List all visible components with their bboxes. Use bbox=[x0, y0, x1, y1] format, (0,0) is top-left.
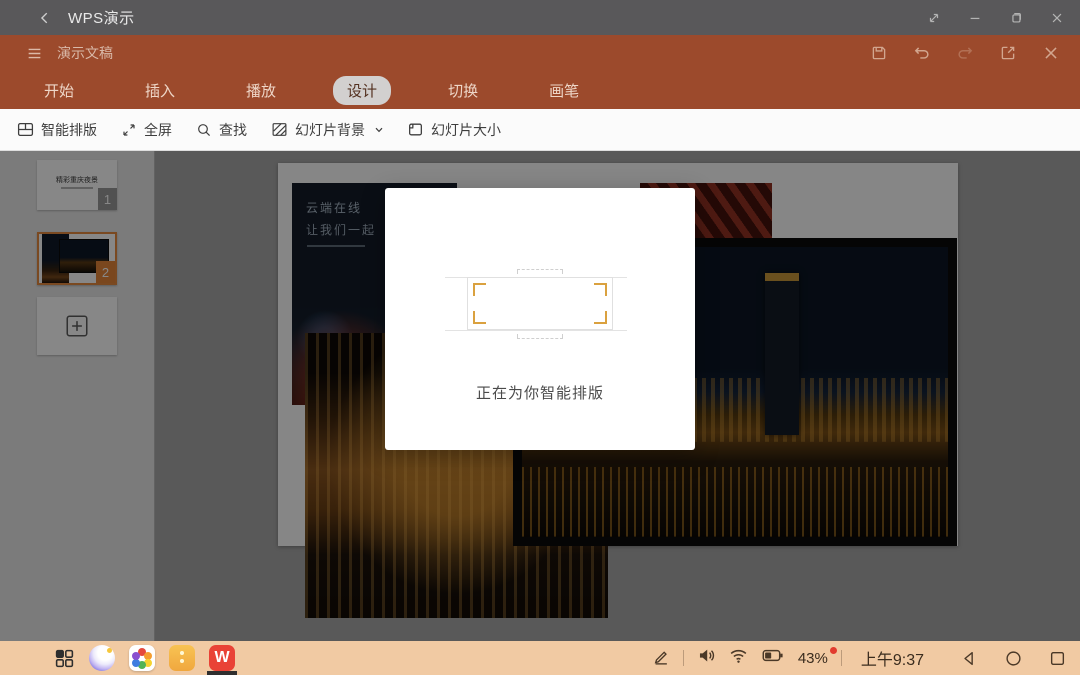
fullscreen-icon bbox=[121, 122, 137, 138]
tool-ribbon: 智能排版 全屏 查找 幻灯片背景 幻灯片大小 bbox=[0, 109, 1080, 151]
close-document-icon[interactable] bbox=[1042, 44, 1060, 62]
minimize-icon[interactable] bbox=[968, 11, 982, 25]
tool-label: 全屏 bbox=[144, 120, 172, 140]
nav-back-icon[interactable] bbox=[961, 650, 978, 667]
tool-label: 幻灯片背景 bbox=[295, 120, 365, 140]
tab-insert[interactable]: 插入 bbox=[131, 76, 189, 105]
save-icon[interactable] bbox=[870, 44, 888, 62]
tool-label: 幻灯片大小 bbox=[431, 120, 501, 140]
wifi-icon[interactable] bbox=[729, 646, 748, 670]
tool-label: 查找 bbox=[219, 120, 247, 140]
ribbon-tabbar: 开始 插入 播放 设计 切换 画笔 bbox=[0, 71, 1080, 109]
search-icon bbox=[196, 122, 212, 138]
layout-animation bbox=[385, 264, 695, 344]
redo-icon bbox=[956, 44, 974, 62]
appgallery-app-icon[interactable] bbox=[129, 645, 155, 671]
notes-app-icon[interactable] bbox=[169, 645, 195, 671]
corner-bracket-icon bbox=[594, 283, 607, 296]
find-button[interactable]: 查找 bbox=[196, 120, 247, 140]
layout-frame bbox=[467, 277, 613, 330]
battery-icon[interactable] bbox=[761, 647, 785, 669]
clock[interactable]: 上午9:37 bbox=[861, 646, 924, 670]
tool-label: 智能排版 bbox=[41, 120, 97, 140]
back-chevron-icon[interactable] bbox=[38, 11, 52, 25]
maximize-icon[interactable] bbox=[1009, 11, 1023, 25]
slide-background-button[interactable]: 幻灯片背景 bbox=[271, 120, 383, 140]
corner-bracket-icon bbox=[473, 311, 486, 324]
slide-background-icon bbox=[271, 121, 288, 138]
guide-line-bottom bbox=[445, 330, 627, 331]
slide-size-button[interactable]: 幻灯片大小 bbox=[407, 120, 501, 140]
wps-appbar: 演示文稿 bbox=[0, 35, 1080, 71]
app-drawer-icon[interactable] bbox=[54, 648, 75, 669]
float-window-icon[interactable] bbox=[927, 11, 941, 25]
nav-recents-icon[interactable] bbox=[1049, 650, 1066, 667]
stylus-pen-icon[interactable] bbox=[652, 647, 670, 670]
browser-app-icon[interactable] bbox=[89, 645, 115, 671]
progress-message: 正在为你智能排版 bbox=[385, 382, 695, 403]
chevron-down-icon bbox=[375, 127, 383, 133]
fullscreen-button[interactable]: 全屏 bbox=[121, 120, 172, 140]
smart-layout-button[interactable]: 智能排版 bbox=[17, 120, 97, 140]
tick-mark-top bbox=[517, 269, 563, 274]
window-title: WPS演示 bbox=[68, 7, 135, 28]
tab-home[interactable]: 开始 bbox=[30, 76, 88, 105]
screen: WPS演示 演示文稿 bbox=[0, 0, 1080, 675]
undo-icon[interactable] bbox=[913, 44, 931, 62]
corner-bracket-icon bbox=[594, 311, 607, 324]
tick-mark-bottom bbox=[517, 334, 563, 339]
menu-icon[interactable] bbox=[26, 45, 43, 62]
volume-icon[interactable] bbox=[697, 646, 716, 670]
wps-active-app: W bbox=[209, 641, 235, 675]
notification-dot bbox=[830, 647, 837, 654]
tab-design[interactable]: 设计 bbox=[333, 76, 391, 105]
battery-percent: 43% bbox=[798, 650, 828, 667]
status-divider bbox=[683, 650, 684, 666]
system-titlebar: WPS演示 bbox=[0, 0, 1080, 35]
status-divider bbox=[841, 650, 842, 666]
tab-transition[interactable]: 切换 bbox=[434, 76, 492, 105]
tab-pen[interactable]: 画笔 bbox=[535, 76, 593, 105]
system-dock: W 43% 上午9:37 bbox=[0, 641, 1080, 675]
document-title: 演示文稿 bbox=[57, 43, 113, 63]
smart-layout-dialog: 正在为你智能排版 bbox=[385, 188, 695, 450]
tab-play[interactable]: 播放 bbox=[232, 76, 290, 105]
smart-layout-icon bbox=[17, 121, 34, 138]
share-icon[interactable] bbox=[999, 44, 1017, 62]
slide-size-icon bbox=[407, 121, 424, 138]
wps-app-icon[interactable]: W bbox=[209, 645, 235, 671]
content-area: 精彩重庆夜景 1 2 云端在线 让我们一起 bbox=[0, 151, 1080, 641]
corner-bracket-icon bbox=[473, 283, 486, 296]
close-window-icon[interactable] bbox=[1050, 11, 1064, 25]
nav-home-icon[interactable] bbox=[1005, 650, 1022, 667]
